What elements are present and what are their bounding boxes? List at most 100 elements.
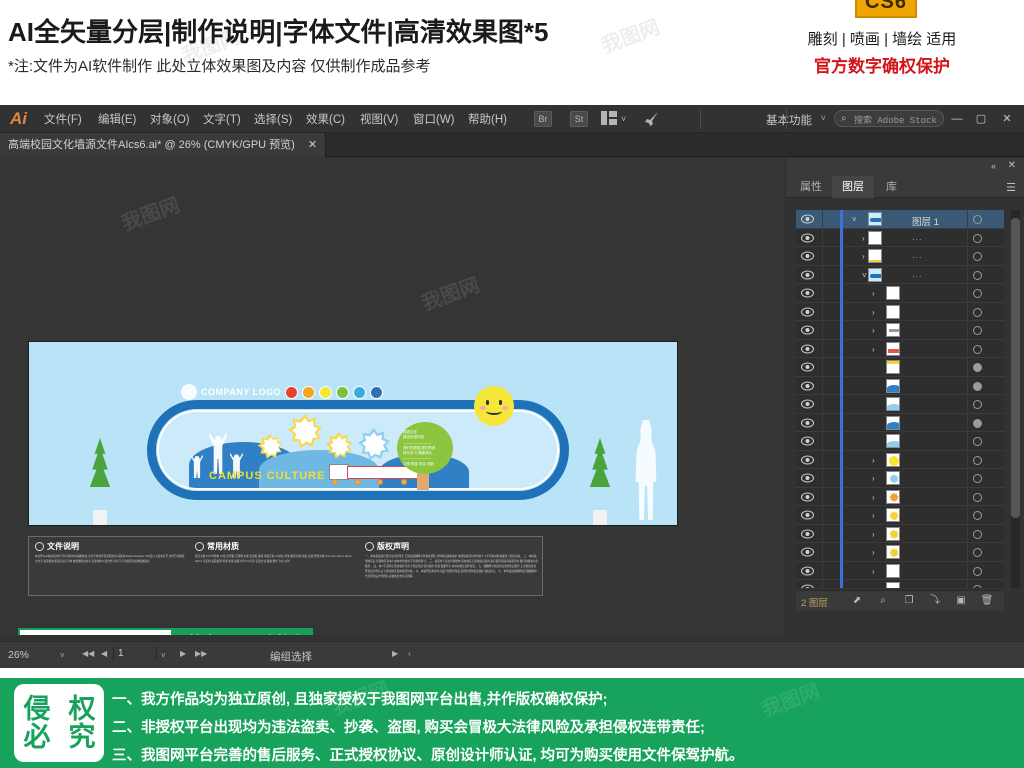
nav-next-button[interactable]: ▶ [180, 649, 186, 658]
menu-object[interactable]: 对象(O) [150, 111, 190, 127]
canvas-area[interactable]: 我图网 我图网 我图网 我图网 COMPANY LOGO [0, 158, 784, 635]
layer-row[interactable] [796, 358, 1004, 377]
visibility-eye-icon[interactable] [801, 399, 814, 409]
disclosure-triangle-icon[interactable]: › [862, 252, 865, 261]
layer-row[interactable]: › [796, 321, 1004, 340]
layer-row[interactable]: › [796, 580, 1004, 588]
arrange-documents-icon[interactable] [601, 111, 617, 129]
search-more-button[interactable]: ⌕搜索一下 更多惊喜 [173, 628, 313, 635]
layer-row[interactable]: › [796, 302, 1004, 321]
visibility-eye-icon[interactable] [801, 418, 814, 428]
qq-id-field[interactable]: QQ455791F3 [18, 628, 173, 635]
document-tab-close-icon[interactable]: ✕ [308, 139, 317, 151]
layers-list[interactable]: ˅图层 1›...›...˅...››››››››››››››››››› [796, 210, 1004, 588]
disclosure-triangle-icon[interactable]: › [862, 234, 865, 243]
visibility-eye-icon[interactable] [801, 362, 814, 372]
disclosure-triangle-icon[interactable]: ˅ [852, 215, 857, 224]
layer-name[interactable]: ... [912, 269, 923, 279]
target-indicator[interactable] [973, 548, 982, 557]
layer-row[interactable]: › [796, 506, 1004, 525]
target-indicator[interactable] [973, 529, 982, 539]
layer-row[interactable] [796, 432, 1004, 451]
disclosure-triangle-icon[interactable]: › [872, 308, 875, 317]
target-indicator[interactable] [973, 233, 982, 243]
disclosure-triangle-icon[interactable]: › [872, 456, 875, 465]
disclosure-triangle-icon[interactable]: › [872, 548, 875, 557]
visibility-eye-icon[interactable] [801, 584, 814, 588]
layer-name[interactable]: 图层 1 [912, 214, 939, 228]
menu-type[interactable]: 文字(T) [203, 111, 241, 127]
target-indicator[interactable] [973, 511, 982, 520]
delete-layer-icon[interactable]: 🗑 [980, 594, 994, 608]
target-indicator[interactable] [973, 270, 982, 280]
disclosure-triangle-icon[interactable]: › [872, 474, 875, 483]
visibility-eye-icon[interactable] [801, 288, 814, 298]
menu-effect[interactable]: 效果(C) [306, 111, 345, 127]
visibility-eye-icon[interactable] [801, 510, 814, 520]
visibility-eye-icon[interactable] [801, 233, 814, 243]
layer-row[interactable]: ˅... [796, 265, 1004, 284]
target-indicator[interactable] [973, 381, 982, 391]
visibility-eye-icon[interactable] [801, 251, 814, 261]
locate-object-icon[interactable]: ⬈ [850, 594, 864, 608]
release-to-layers-icon[interactable]: ⤵ [928, 594, 942, 608]
layer-row[interactable]: › [796, 450, 1004, 469]
status-chevron-icon[interactable]: ‹ [408, 649, 411, 658]
target-indicator[interactable] [973, 215, 982, 224]
layer-row[interactable]: › [796, 469, 1004, 488]
menu-view[interactable]: 视图(V) [360, 111, 398, 127]
chevron-down-icon[interactable]: ˅ [621, 111, 626, 127]
visibility-eye-icon[interactable] [801, 325, 814, 335]
layer-row[interactable] [796, 395, 1004, 414]
layer-row[interactable]: ›... [796, 228, 1004, 247]
menu-help[interactable]: 帮助(H) [468, 111, 507, 127]
layer-row[interactable]: › [796, 561, 1004, 580]
visibility-eye-icon[interactable] [801, 436, 814, 446]
find-icon[interactable]: ⌕ [876, 594, 890, 608]
target-indicator[interactable] [973, 455, 982, 465]
disclosure-triangle-icon[interactable]: ˅ [862, 271, 867, 280]
bridge-icon[interactable]: Br [534, 111, 552, 127]
layer-row[interactable]: › [796, 524, 1004, 543]
layer-row[interactable]: › [796, 284, 1004, 303]
disclosure-triangle-icon[interactable]: › [872, 567, 875, 576]
target-indicator[interactable] [973, 400, 982, 409]
visibility-eye-icon[interactable] [801, 307, 814, 317]
workspace-selector[interactable]: 基本功能 [766, 112, 812, 128]
layer-row[interactable] [796, 376, 1004, 395]
visibility-eye-icon[interactable] [801, 455, 814, 465]
target-indicator[interactable] [973, 585, 982, 588]
workspace-chevron-down-icon[interactable]: ˅ [821, 113, 826, 123]
page-chevron-down-icon[interactable]: ˅ [161, 651, 166, 660]
zoom-chevron-down-icon[interactable]: ˅ [60, 651, 65, 660]
menu-select[interactable]: 选择(S) [254, 111, 292, 127]
visibility-eye-icon[interactable] [801, 270, 814, 280]
disclosure-triangle-icon[interactable]: › [872, 326, 875, 335]
target-indicator[interactable] [973, 307, 982, 317]
disclosure-triangle-icon[interactable]: › [872, 289, 875, 298]
disclosure-triangle-icon[interactable]: › [872, 530, 875, 539]
layer-row[interactable]: › [796, 543, 1004, 562]
nav-last-button[interactable]: ▶▶ [195, 649, 207, 658]
visibility-eye-icon[interactable] [801, 566, 814, 576]
visibility-eye-icon[interactable] [801, 473, 814, 483]
target-indicator[interactable] [973, 492, 982, 502]
disclosure-triangle-icon[interactable]: › [872, 585, 875, 588]
panel-close-icon[interactable]: ✕ [1008, 160, 1016, 171]
page-number-input[interactable]: 1 [113, 646, 157, 661]
layer-row[interactable]: ›... [796, 247, 1004, 266]
target-indicator[interactable] [973, 326, 982, 335]
target-indicator[interactable] [973, 418, 982, 428]
target-indicator[interactable] [973, 344, 982, 354]
tab-library[interactable]: 库 [876, 176, 907, 198]
target-indicator[interactable] [973, 474, 982, 483]
disclosure-triangle-icon[interactable]: › [872, 511, 875, 520]
disclosure-triangle-icon[interactable]: › [872, 345, 875, 354]
target-indicator[interactable] [973, 363, 982, 372]
panel-menu-icon[interactable]: ☰ [1006, 181, 1016, 194]
target-indicator[interactable] [973, 566, 982, 576]
visibility-eye-icon[interactable] [801, 214, 814, 224]
visibility-eye-icon[interactable] [801, 547, 814, 557]
disclosure-triangle-icon[interactable]: › [872, 493, 875, 502]
stock-search-input[interactable]: ⌕ 搜索 Adobe Stock [834, 110, 944, 127]
